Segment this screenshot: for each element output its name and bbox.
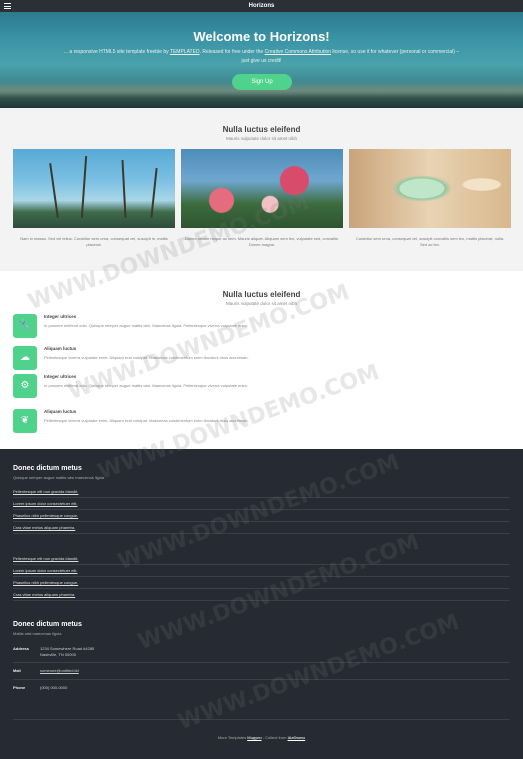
gears-icon: ⚙	[13, 374, 37, 398]
card-text: Donec ornare neque ac sem. Mauris alique…	[185, 236, 339, 247]
footer-links-subtitle: Quisque semper augue mattis wisi maecena…	[13, 475, 105, 480]
feature-text: In posuere eleifend odio. Quisque semper…	[44, 323, 248, 328]
feature-text: Pellentesque viverra vulputate enim. Ali…	[44, 355, 249, 360]
card: Curabitur sem urna, consequat vel, susci…	[349, 149, 511, 248]
pink-flowers-photo[interactable]	[181, 149, 343, 228]
footer-contact-title: Donec dictum metus	[13, 621, 82, 628]
mail-link[interactable]: someone@untitled.tld	[40, 668, 79, 674]
contact-phone: Phone (000) 000-0000	[13, 685, 510, 693]
footer-link[interactable]: Phasellus nibh pellentesque congue.	[13, 577, 510, 589]
phone-value: (000) 000-0000	[40, 685, 68, 690]
feature-item: ☁ Aliquam luctus Pellentesque viverra vu…	[13, 346, 483, 370]
feature-title: Aliquam luctus	[44, 346, 77, 351]
card-text: Curabitur sem urna, consequat vel, susci…	[355, 236, 505, 247]
feature-text: In posuere eleifend odio. Quisque semper…	[44, 383, 248, 388]
footer-link[interactable]: Lorem ipsum dolor consectetuer elit.	[13, 565, 510, 577]
glass-jar-photo[interactable]	[349, 149, 511, 228]
gallery-section: Nulla luctus eleifend Mauris vulputate d…	[0, 108, 523, 271]
site-title: Horizons	[248, 3, 275, 9]
section-subtitle: Mauris vulputate dolor sit amet nibh	[225, 136, 298, 141]
footer: Donec dictum metus Quisque semper augue …	[0, 449, 523, 759]
wrench-icon: 🔧	[13, 314, 37, 338]
footer-link[interactable]: Cras vitae metus aliquam pharetra.	[13, 589, 510, 601]
feature-title: Integer ultrices	[44, 314, 77, 319]
copyright-link[interactable]: Шаблоны	[288, 735, 306, 740]
card-text: Nam in massa. Sed vel tellus. Curabitur …	[20, 236, 168, 247]
feature-item: 🔧 Integer ultrices In posuere eleifend o…	[13, 314, 483, 338]
features-section: Nulla luctus eleifend Mauris vulputate d…	[0, 271, 523, 449]
footer-link[interactable]: Pellentesque elit non gravida blandit.	[13, 553, 510, 565]
address-line: 1234 Somewhere Road #4285	[40, 646, 95, 651]
feature-title: Aliquam luctus	[44, 409, 77, 414]
divider	[13, 719, 510, 720]
feature-text: Pellentesque viverra vulputate enim. Ali…	[44, 418, 249, 423]
hero-text-part: . Released for free under the	[199, 49, 265, 55]
top-bar: Horizons	[0, 0, 523, 12]
hero-text-part: ... a responsive HTML5 site template fre…	[63, 49, 170, 55]
hero-heading: Welcome to Horizons!	[193, 29, 330, 44]
copyright-link[interactable]: Модули	[247, 735, 261, 740]
footer-link[interactable]: Phasellus nibh pellentesque congue.	[13, 510, 510, 522]
address-label: Address	[13, 646, 30, 651]
address-line: Nashville, TN 00000	[40, 652, 76, 657]
leaf-icon: ❦	[13, 409, 37, 433]
contact-address: Address 1234 Somewhere Road #4285 Nashvi…	[13, 646, 510, 660]
footer-contact-subtitle: Mattis wisi maecenas ligula	[13, 631, 62, 636]
section-title: Nulla luctus eleifend	[222, 125, 301, 134]
contact-mail: Mail someone@untitled.tld	[13, 668, 510, 676]
cloud-icon: ☁	[13, 346, 37, 370]
divider	[13, 679, 510, 680]
card: Nam in massa. Sed vel tellus. Curabitur …	[13, 149, 175, 248]
hero-banner: Welcome to Horizons! ... a responsive HT…	[0, 12, 523, 108]
feature-title: Integer ultrices	[44, 374, 77, 379]
card: Donec ornare neque ac sem. Mauris alique…	[181, 149, 343, 248]
divider	[13, 662, 510, 663]
copyright-text: More Templates	[217, 735, 248, 740]
section-subtitle: Mauris vulputate dolor sit amet nibh	[225, 301, 298, 306]
footer-link[interactable]: Lorem ipsum dolor consectetuer elit.	[13, 498, 510, 510]
address-value: 1234 Somewhere Road #4285 Nashville, TN …	[40, 646, 94, 658]
signup-button[interactable]: Sign Up	[232, 74, 292, 90]
feature-item: ❦ Aliquam luctus Pellentesque viverra vu…	[13, 409, 483, 433]
mail-label: Mail	[13, 668, 21, 673]
feature-item: ⚙ Integer ultrices In posuere eleifend o…	[13, 374, 483, 398]
section-title: Nulla luctus eleifend	[222, 290, 301, 299]
copyright: More Templates Модули - Collect from Шаб…	[0, 735, 523, 740]
menu-icon[interactable]	[4, 3, 11, 9]
templated-link[interactable]: TEMPLATED	[170, 49, 200, 55]
footer-links-title: Donec dictum metus	[13, 465, 82, 472]
footer-link[interactable]: Pellentesque elit non gravida blandit.	[13, 486, 510, 498]
copyright-text: - Collect from	[261, 735, 288, 740]
license-link[interactable]: Creative Commons Attribution	[265, 49, 331, 55]
hero-text: ... a responsive HTML5 site template fre…	[60, 48, 463, 66]
palm-trees-photo[interactable]	[13, 149, 175, 228]
footer-link[interactable]: Cras vitae metus aliquam pharetra.	[13, 522, 510, 534]
phone-label: Phone	[13, 685, 26, 690]
